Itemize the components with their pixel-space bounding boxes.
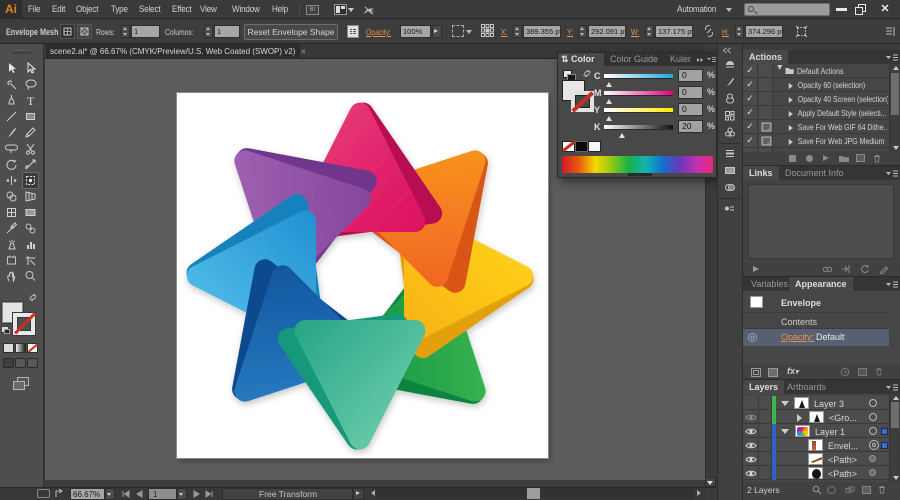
svg-text:T: T (27, 94, 35, 107)
